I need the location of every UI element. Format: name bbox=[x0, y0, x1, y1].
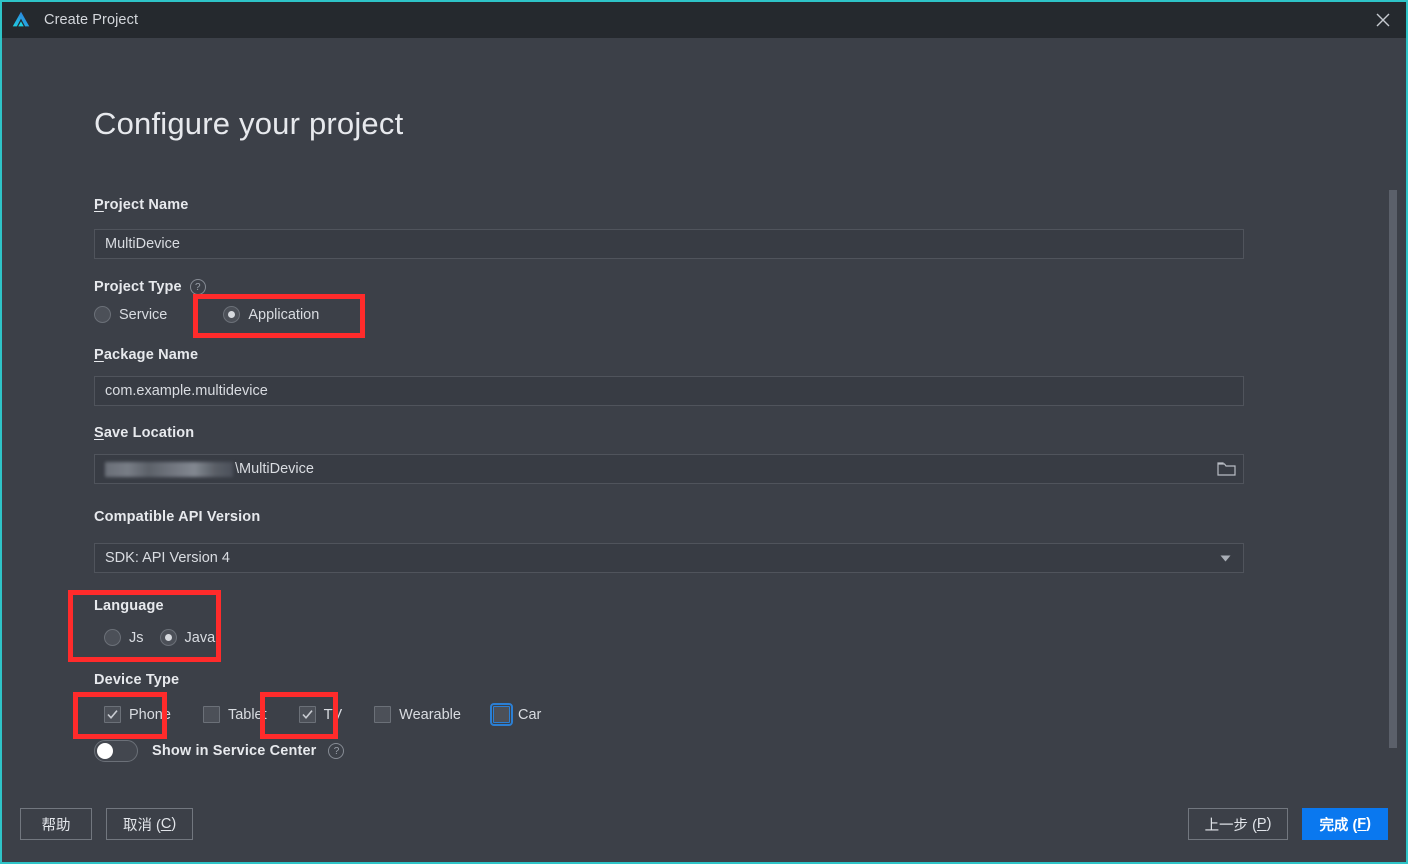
device-type-checkbox-group: Phone Tablet TV Wearable Car bbox=[104, 703, 542, 726]
tablet-checkbox-label: Tablet bbox=[227, 706, 267, 723]
tv-checkbox[interactable] bbox=[298, 706, 316, 723]
device-type-option-tablet[interactable]: Tablet bbox=[202, 706, 267, 723]
language-radio-group: Js Java bbox=[104, 629, 215, 646]
project-type-label: Project Type bbox=[94, 279, 182, 295]
project-type-option-service[interactable]: Service bbox=[94, 306, 167, 323]
help-button[interactable]: 帮助 bbox=[20, 808, 92, 840]
finish-button[interactable]: 完成 (F) bbox=[1302, 808, 1388, 840]
wearable-checkbox-label: Wearable bbox=[399, 706, 461, 723]
finish-mnemonic: F bbox=[1357, 816, 1367, 832]
package-name-label: Package Name bbox=[94, 347, 199, 363]
window-title: Create Project bbox=[44, 12, 139, 28]
form-container: Configure your project Project Name Mult… bbox=[68, 38, 1406, 786]
save-location-mnemonic: S bbox=[94, 425, 104, 441]
service-radio[interactable] bbox=[94, 306, 111, 323]
tv-checkbox-label: TV bbox=[323, 706, 343, 723]
application-radio[interactable] bbox=[223, 306, 241, 323]
package-name-input[interactable]: com.example.multidevice bbox=[94, 376, 1244, 406]
footer-left-buttons: 帮助 取消 (C) bbox=[20, 808, 194, 840]
package-name-mnemonic: P bbox=[94, 347, 104, 363]
java-radio-label: Java bbox=[184, 629, 216, 646]
save-location-input[interactable]: \MultiDevice bbox=[94, 454, 1244, 484]
project-name-label: Project Name bbox=[94, 197, 189, 213]
chevron-down-icon bbox=[1220, 550, 1231, 566]
compatible-api-version-label: Compatible API Version bbox=[94, 509, 261, 525]
close-button[interactable] bbox=[1360, 2, 1406, 38]
toggle-knob bbox=[97, 743, 113, 759]
project-name-row: MultiDevice bbox=[94, 229, 1244, 259]
device-type-option-car[interactable]: Car bbox=[489, 703, 542, 726]
service-center-question-mark-icon[interactable]: ? bbox=[328, 743, 345, 759]
previous-mnemonic: P bbox=[1256, 816, 1267, 832]
show-in-service-center-row: Show in Service Center ? bbox=[94, 740, 345, 762]
tablet-checkbox[interactable] bbox=[202, 706, 220, 723]
previous-button[interactable]: 上一步 (P) bbox=[1187, 808, 1289, 840]
title-bar: Create Project bbox=[2, 2, 1406, 38]
wearable-checkbox[interactable] bbox=[374, 706, 392, 723]
phone-checkbox-label: Phone bbox=[129, 706, 171, 723]
language-option-js[interactable]: Js bbox=[104, 629, 144, 646]
browse-folder-button[interactable] bbox=[1209, 455, 1243, 483]
cancel-button[interactable]: 取消 (C) bbox=[106, 808, 194, 840]
cancel-mnemonic: C bbox=[160, 816, 172, 832]
scrollbar-thumb[interactable] bbox=[1389, 190, 1397, 748]
show-in-service-center-label: Show in Service Center bbox=[152, 743, 317, 759]
project-type-radio-group: Service Application bbox=[94, 306, 319, 323]
question-mark-icon[interactable]: ? bbox=[189, 279, 206, 295]
language-option-java[interactable]: Java bbox=[159, 629, 216, 646]
compatible-api-version-row: SDK: API Version 4 bbox=[94, 543, 1244, 573]
device-type-option-phone[interactable]: Phone bbox=[104, 706, 171, 723]
show-in-service-center-toggle[interactable] bbox=[94, 740, 138, 762]
package-name-row: com.example.multidevice bbox=[94, 376, 1244, 406]
project-type-option-application[interactable]: Application bbox=[223, 306, 319, 323]
js-radio[interactable] bbox=[104, 629, 121, 646]
project-type-label-row: Project Type ? bbox=[94, 279, 206, 295]
redacted-path-block bbox=[105, 461, 233, 477]
vertical-scrollbar[interactable] bbox=[1388, 44, 1398, 780]
application-radio-label: Application bbox=[248, 306, 320, 323]
compatible-api-version-value: SDK: API Version 4 bbox=[105, 550, 230, 566]
save-location-visible-path: \MultiDevice bbox=[235, 461, 314, 477]
device-type-label: Device Type bbox=[94, 672, 180, 688]
deveco-logo-icon bbox=[12, 11, 30, 27]
language-label: Language bbox=[94, 598, 164, 614]
dialog-footer: 帮助 取消 (C) 上一步 (P) 完成 (F) bbox=[2, 786, 1406, 862]
car-checkbox[interactable] bbox=[489, 703, 513, 726]
phone-checkbox[interactable] bbox=[104, 706, 121, 723]
footer-right-buttons: 上一步 (P) 完成 (F) bbox=[1187, 808, 1388, 840]
create-project-dialog: Create Project Configure your project Pr… bbox=[0, 0, 1408, 864]
page-title: Configure your project bbox=[94, 106, 404, 141]
close-icon bbox=[1376, 13, 1390, 27]
car-checkbox-label: Car bbox=[517, 706, 542, 723]
save-location-row: \MultiDevice bbox=[94, 454, 1244, 484]
project-name-input[interactable]: MultiDevice bbox=[94, 229, 1244, 259]
folder-icon bbox=[1216, 462, 1236, 476]
device-type-option-wearable[interactable]: Wearable bbox=[374, 706, 461, 723]
save-location-label: Save Location bbox=[94, 425, 195, 441]
js-radio-label: Js bbox=[129, 629, 144, 646]
project-name-mnemonic: P bbox=[94, 197, 104, 213]
compatible-api-version-select[interactable]: SDK: API Version 4 bbox=[94, 543, 1244, 573]
service-radio-label: Service bbox=[119, 306, 168, 323]
device-type-option-tv[interactable]: TV bbox=[298, 706, 343, 723]
form-scroll-area: Configure your project Project Name Mult… bbox=[2, 38, 1406, 786]
java-radio[interactable] bbox=[159, 629, 177, 646]
